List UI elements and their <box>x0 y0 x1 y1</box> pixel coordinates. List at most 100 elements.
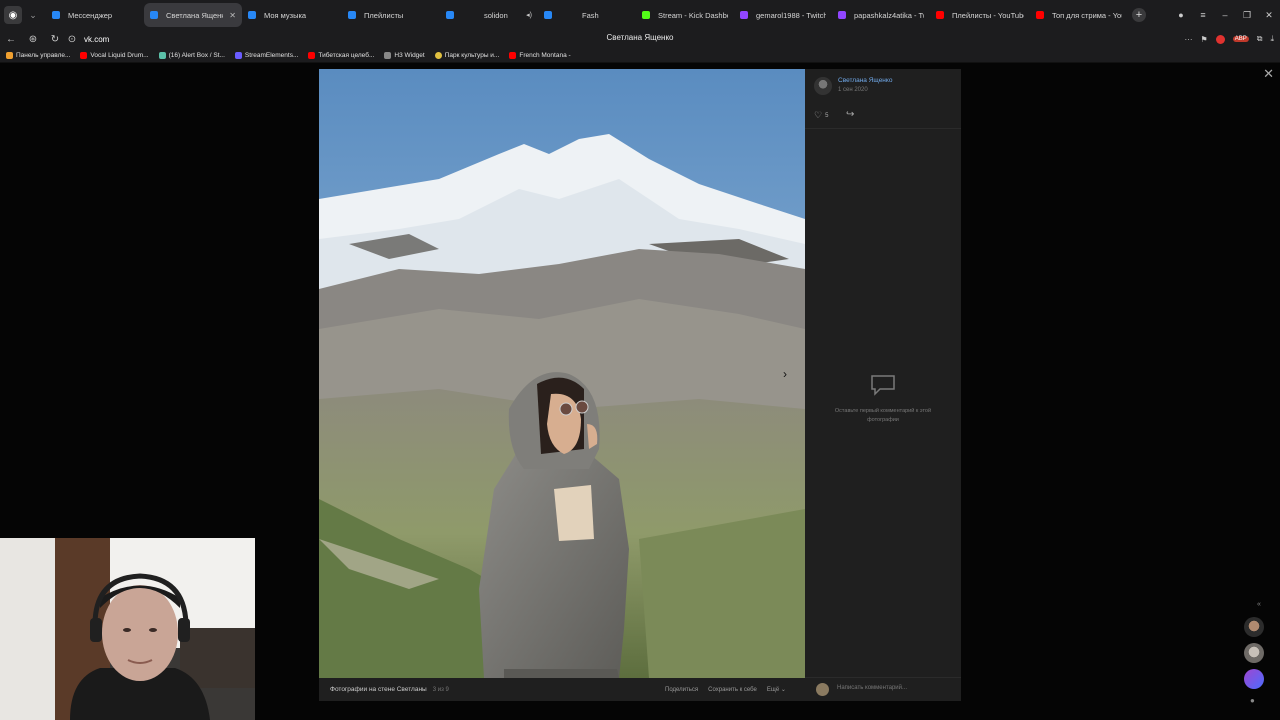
next-photo-icon[interactable]: › <box>783 367 787 381</box>
bookmark-item[interactable]: (16) Alert Box / St... <box>158 51 225 59</box>
bookmark-favicon-icon <box>234 51 242 59</box>
restore-icon[interactable]: ❐ <box>1236 10 1258 21</box>
bookmark-label: StreamElements... <box>244 51 299 59</box>
avatar[interactable] <box>814 77 832 95</box>
tab-fash[interactable]: Fash <box>538 3 636 27</box>
close-window-icon[interactable]: ✕ <box>1258 10 1280 21</box>
share-button[interactable]: Поделиться <box>665 687 698 693</box>
vk-icon <box>150 11 158 19</box>
post-header: Светлана Ященко 1 сен 2020 ♡ 5 ↪ <box>805 69 961 129</box>
chat-avatar[interactable] <box>1244 617 1264 637</box>
tabs-strip: Мессенджер Светлана Ященко ✕ Моя музыка … <box>46 0 1146 30</box>
bookmark-item[interactable]: StreamElements... <box>234 51 299 59</box>
share-icon[interactable]: ↪ <box>846 109 854 120</box>
bookmark-label: Парк культуры и... <box>444 51 500 59</box>
tab-youtube-playlists[interactable]: Плейлисты - YouTube <box>930 3 1030 27</box>
extensions-icon[interactable]: ⊛ <box>22 34 44 45</box>
bookmark-item[interactable]: Тибетская целеб... <box>308 51 374 59</box>
speaker-icon[interactable]: ◂) <box>526 11 532 19</box>
webcam-overlay <box>0 538 255 720</box>
vk-icon <box>248 11 256 19</box>
commenter-avatar <box>816 683 829 696</box>
bookmark-favicon-icon <box>158 51 166 59</box>
site-security-icon[interactable]: ⊙ <box>66 34 78 45</box>
mountain-photo-image <box>319 69 805 678</box>
address-bar: ← ⊛ ↻ ⊙ vk.com Светлана Ященко ··· ⚑ ABP… <box>0 30 1280 48</box>
author-link[interactable]: Светлана Ященко <box>838 77 892 84</box>
photo-counter: 3 из 9 <box>432 686 449 693</box>
chat-avatar[interactable] <box>1244 643 1264 663</box>
bookmark-item[interactable]: H3 Widget <box>384 51 425 59</box>
save-button[interactable]: Сохранить к себе <box>708 687 757 693</box>
tab-messenger[interactable]: Мессенджер <box>46 3 144 27</box>
tab-music[interactable]: Моя музыка <box>242 3 342 27</box>
comment-bubble-icon <box>871 375 895 396</box>
chats-icon[interactable]: ● <box>1250 696 1255 705</box>
new-tab-button[interactable]: + <box>1132 8 1146 22</box>
bookmark-label: Vocal Liquid Drum... <box>90 51 149 59</box>
bookmark-item[interactable]: Vocal Liquid Drum... <box>80 51 149 59</box>
tab-twitch-papashka[interactable]: papashkalz4atika - Twitch <box>832 3 930 27</box>
window-controls: ● ≡ – ❐ ✕ <box>1170 0 1280 30</box>
profile-icon[interactable]: ● <box>1170 10 1192 20</box>
address-bar-actions: ··· ⚑ ABP ⧉ ⤓ <box>1185 30 1274 48</box>
chat-avatar[interactable] <box>1244 669 1264 689</box>
empty-comments: Оставьте первый комментарий к этой фотог… <box>805 374 961 425</box>
photo[interactable] <box>319 69 805 678</box>
comment-input[interactable]: Написать комментарий... <box>837 685 907 691</box>
youtube-icon <box>308 51 316 59</box>
adblock-icon[interactable]: ABP <box>1232 36 1249 42</box>
more-button[interactable]: Ещё ⌄ <box>767 686 786 693</box>
bookmark-item[interactable]: French Montana - <box>509 51 571 59</box>
like-count: 5 <box>825 112 829 119</box>
post-date[interactable]: 1 сен 2020 <box>838 87 868 93</box>
photo-actions: Поделиться Сохранить к себе Ещё ⌄ <box>665 678 786 701</box>
chevron-down-icon: ⌄ <box>780 687 786 693</box>
bookmark-favicon-icon <box>6 51 13 59</box>
tab-label: gemarol1988 - Twitch <box>756 10 826 20</box>
tab-label: papashkalz4atika - Twitch <box>854 10 924 20</box>
url-field[interactable]: vk.com <box>84 35 109 44</box>
tab-label: Stream - Kick Dashboard <box>658 10 728 20</box>
tab-solidon[interactable]: solidon ◂) <box>440 3 538 27</box>
tab-twitch-gemarol[interactable]: gemarol1988 - Twitch <box>734 3 832 27</box>
close-viewer-icon[interactable]: ✕ <box>1263 66 1274 82</box>
bookmark-icon[interactable]: ⚑ <box>1201 35 1208 44</box>
tab-close-icon[interactable]: ✕ <box>229 11 236 20</box>
browser-logo-icon[interactable]: ◉ <box>4 6 22 24</box>
tab-label: Светлана Ященко <box>166 10 224 20</box>
dock-collapse-icon[interactable]: « <box>1257 601 1261 608</box>
tab-label: Плейлисты <box>364 10 404 20</box>
tab-kick[interactable]: Stream - Kick Dashboard <box>636 3 734 27</box>
tab-label: Плейлисты - YouTube <box>952 10 1024 20</box>
photo-sidebar: Светлана Ященко 1 сен 2020 ♡ 5 ↪ Оставьт… <box>805 69 961 678</box>
bookmarks-bar: Панель управле... Vocal Liquid Drum... (… <box>0 48 1280 63</box>
tab-youtube-top[interactable]: Топ для стрима - YouTube <box>1030 3 1128 27</box>
minimize-icon[interactable]: – <box>1214 10 1236 20</box>
tabs-menu-chevron-icon[interactable]: ⌄ <box>26 10 40 21</box>
tab-label: Моя музыка <box>264 10 307 20</box>
record-icon[interactable] <box>1215 34 1225 44</box>
location-icon <box>434 51 442 59</box>
more-icon[interactable]: ··· <box>1185 35 1193 44</box>
bookmark-item[interactable]: Парк культуры и... <box>434 51 500 59</box>
menu-icon[interactable]: ≡ <box>1192 10 1214 20</box>
like-button[interactable]: ♡ 5 <box>814 110 828 121</box>
youtube-icon <box>80 51 88 59</box>
reload-icon[interactable]: ↻ <box>44 34 66 45</box>
bookmark-item[interactable]: Панель управле... <box>6 51 70 59</box>
vk-icon <box>446 11 454 19</box>
empty-comments-text: Оставьте первый комментарий к этой фотог… <box>834 408 932 423</box>
album-link[interactable]: Фотографии на стене Светланы <box>330 686 427 693</box>
download-icon[interactable]: ⤓ <box>1270 34 1274 44</box>
tab-playlists[interactable]: Плейлисты <box>342 3 440 27</box>
back-icon[interactable]: ← <box>0 34 22 45</box>
kick-icon <box>642 11 650 19</box>
tab-label: Мессенджер <box>68 10 113 20</box>
page-title: Светлана Ященко <box>606 33 674 42</box>
extension-icon[interactable]: ⧉ <box>1257 34 1263 44</box>
bookmark-favicon-icon <box>384 51 392 59</box>
tab-svetlana[interactable]: Светлана Ященко ✕ <box>144 3 242 27</box>
twitch-icon <box>740 11 748 19</box>
vk-icon <box>52 11 60 19</box>
